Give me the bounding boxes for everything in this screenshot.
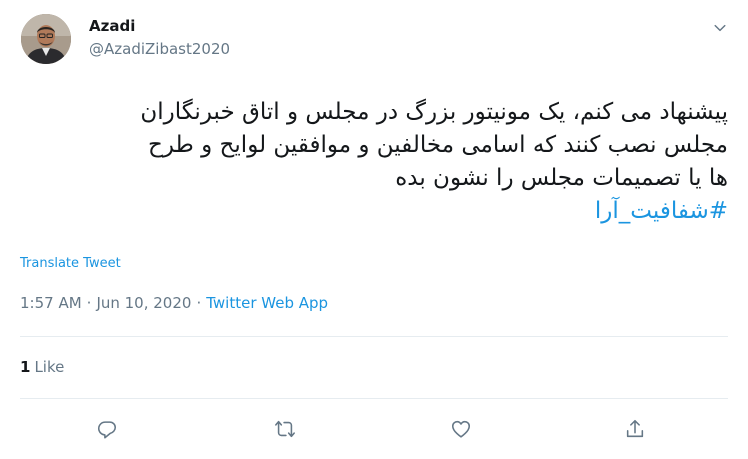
share-icon <box>626 419 644 438</box>
share-button[interactable] <box>620 414 650 444</box>
retweet-button[interactable] <box>270 414 300 444</box>
tweet-source-link[interactable]: Twitter Web App <box>206 294 328 312</box>
tweet-text: پیشنهاد می کنم، یک مونیتور بزرگ در مجلس … <box>20 96 728 228</box>
author-display-name[interactable]: Azadi <box>89 17 135 35</box>
divider <box>20 398 728 399</box>
like-count: 1 <box>20 358 31 376</box>
avatar-photo <box>21 14 71 64</box>
divider <box>20 336 728 337</box>
heart-icon <box>451 420 471 438</box>
meta-separator: · <box>86 294 92 312</box>
reply-button[interactable] <box>92 414 122 444</box>
tweet-actions <box>20 414 728 444</box>
tweet-text-line: ها یا تصمیمات مجلس را نشون بده <box>395 165 728 191</box>
more-options-button[interactable] <box>710 18 730 38</box>
like-label: Like <box>34 358 65 376</box>
avatar[interactable] <box>21 14 71 64</box>
like-button[interactable] <box>446 414 476 444</box>
retweet-icon <box>275 420 295 438</box>
tweet-text-line: پیشنهاد می کنم، یک مونیتور بزرگ در مجلس … <box>140 99 728 125</box>
likes-summary[interactable]: 1 Like <box>20 358 64 376</box>
translate-tweet-link[interactable]: Translate Tweet <box>20 256 121 271</box>
tweet-meta: 1:57 AM · Jun 10, 2020 · Twitter Web App <box>20 294 328 312</box>
meta-separator: · <box>196 294 202 312</box>
chevron-down-icon <box>714 24 726 32</box>
tweet-time[interactable]: 1:57 AM <box>20 294 82 312</box>
hashtag-link[interactable]: #شفافیت_آرا <box>20 195 728 228</box>
reply-icon <box>97 421 117 439</box>
tweet-text-line: مجلس نصب کنند که اسامی مخالفین و موافقین… <box>147 132 728 158</box>
tweet-date[interactable]: Jun 10, 2020 <box>96 294 191 312</box>
author-handle[interactable]: @AzadiZibast2020 <box>89 40 230 58</box>
